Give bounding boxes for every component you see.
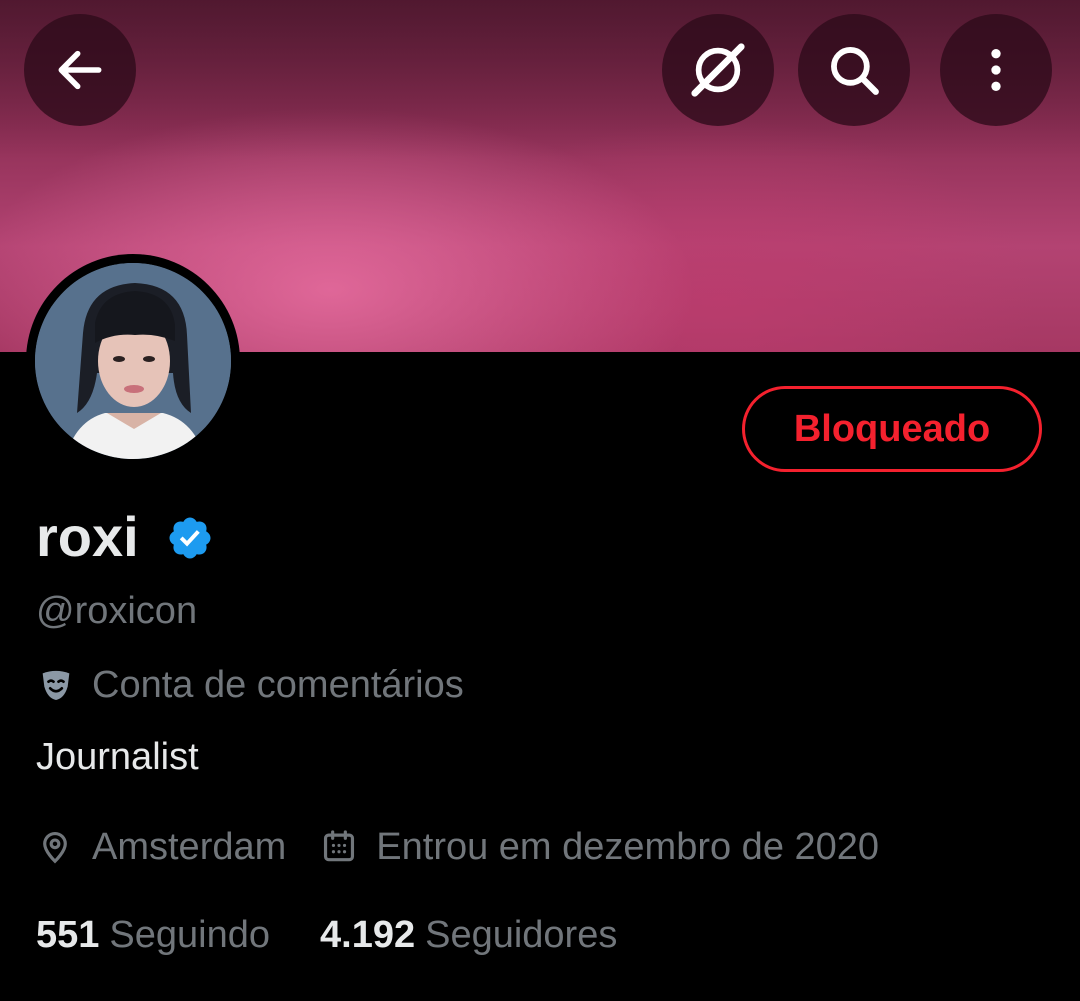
back-button[interactable] <box>24 14 136 126</box>
theater-mask-icon <box>42 670 70 700</box>
join-date-text: Entrou em dezembro de 2020 <box>376 826 880 868</box>
avatar-image <box>35 263 231 459</box>
followers-count: 4.192 <box>320 914 416 956</box>
avatar[interactable] <box>26 254 240 468</box>
search-button[interactable] <box>798 14 910 126</box>
grok-icon <box>691 43 745 97</box>
more-vertical-icon <box>991 49 1001 91</box>
blocked-button[interactable]: Bloqueado <box>742 386 1042 472</box>
following-label: Seguindo <box>109 914 270 956</box>
affiliation-label-text: Conta de comentários <box>92 664 464 706</box>
calendar-icon <box>324 830 355 862</box>
following-count: 551 <box>36 914 100 956</box>
affiliation-label: Conta de comentários <box>36 662 464 708</box>
followers-link[interactable]: 4.192 Seguidores <box>320 912 617 958</box>
profile-meta: Amsterdam Entrou em dezembro de 2020 <box>36 824 913 870</box>
handle: @roxicon <box>36 590 198 632</box>
join-date: Entrou em dezembro de 2020 <box>320 824 879 870</box>
bio: Journalist <box>36 736 199 778</box>
verified-badge-icon <box>169 517 211 559</box>
grok-button[interactable] <box>662 14 774 126</box>
arrow-left-icon <box>58 50 102 90</box>
display-name: roxi <box>36 505 139 568</box>
followers-label: Seguidores <box>425 914 618 956</box>
location-pin-icon <box>43 832 67 864</box>
location-text: Amsterdam <box>92 826 287 868</box>
search-icon <box>831 47 879 95</box>
more-options-button[interactable] <box>940 14 1052 126</box>
follow-stats: 551 Seguindo 4.192 Seguidores <box>36 912 667 958</box>
location: Amsterdam <box>36 824 286 870</box>
following-link[interactable]: 551 Seguindo <box>36 912 270 958</box>
